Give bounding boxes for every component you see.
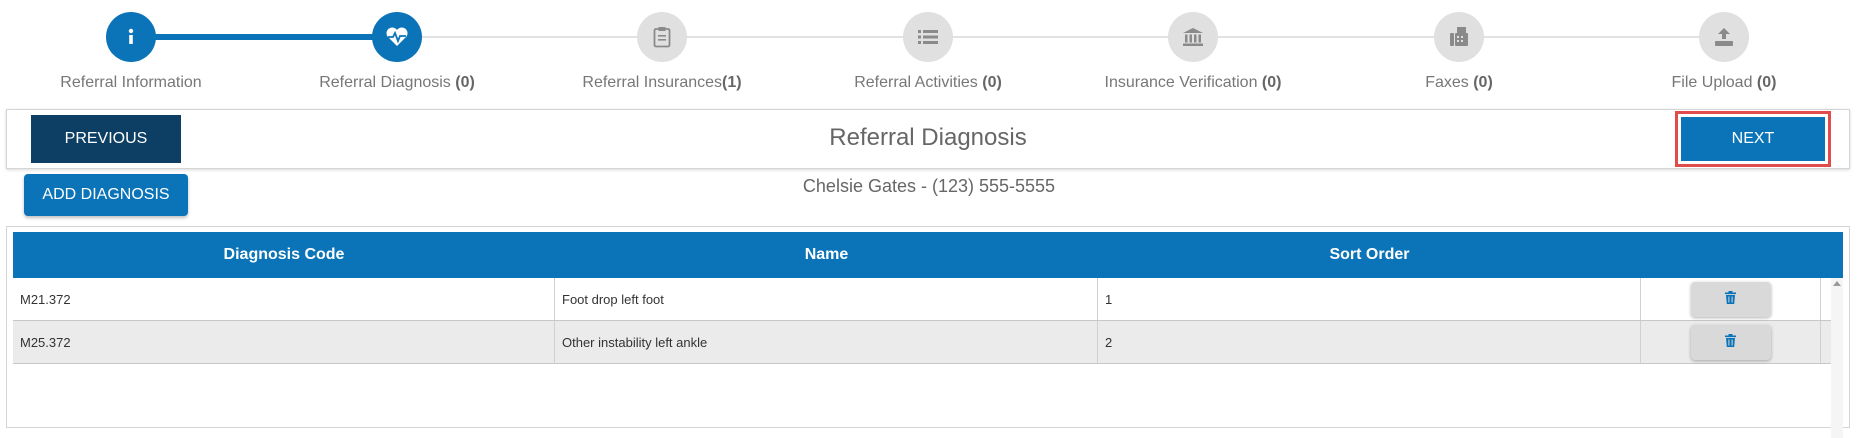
cell-actions (1641, 321, 1821, 363)
step-referral-information[interactable]: Referral Information (21, 12, 241, 92)
fax-icon (1434, 12, 1484, 62)
info-icon (106, 12, 156, 62)
wizard-header: PREVIOUS Referral Diagnosis NEXT (6, 109, 1850, 169)
step-count: (0) (1473, 74, 1493, 91)
clipboard-icon (637, 12, 687, 62)
step-file-upload[interactable]: File Upload (0) (1614, 12, 1834, 92)
column-header-diagnosis-code[interactable]: Diagnosis Code (13, 232, 555, 278)
step-referral-activities[interactable]: Referral Activities (0) (818, 12, 1038, 92)
step-label: Referral Activities (854, 74, 983, 91)
patient-info: Chelsie Gates - (123) 555-5555 (802, 176, 1056, 196)
diagnosis-grid-frame: Diagnosis Code Name Sort Order M21.372 F… (6, 226, 1850, 438)
next-button[interactable]: NEXT (1681, 117, 1825, 161)
step-count: (0) (1756, 74, 1777, 91)
cell-sort-order: 1 (1098, 278, 1641, 320)
table-row[interactable]: M21.372 Foot drop left foot 1 (13, 278, 1843, 321)
list-icon (903, 12, 953, 62)
cell-diagnosis-code: M21.372 (13, 278, 555, 320)
step-count: (1) (722, 74, 742, 91)
upload-icon (1699, 12, 1749, 62)
trash-icon (1725, 291, 1736, 307)
scroll-up-arrow-icon[interactable] (1833, 281, 1841, 286)
cell-name: Other instability left ankle (555, 321, 1098, 363)
delete-row-button[interactable] (1690, 281, 1771, 317)
bank-icon (1168, 12, 1218, 62)
step-label: Referral Information (60, 74, 202, 91)
cell-name: Foot drop left foot (555, 278, 1098, 320)
progress-stepper: Referral Information Referral Diagnosis … (0, 0, 1858, 100)
page-title: Referral Diagnosis (829, 124, 1027, 151)
step-faxes[interactable]: Faxes (0) (1349, 12, 1569, 92)
cell-sort-order: 2 (1098, 321, 1641, 363)
step-referral-insurances[interactable]: Referral Insurances(1) (552, 12, 772, 92)
grid-scrollbar[interactable] (1831, 278, 1843, 438)
step-insurance-verification[interactable]: Insurance Verification (0) (1083, 12, 1303, 92)
column-header-actions (1641, 232, 1821, 278)
step-label: Referral Insurances (582, 74, 723, 91)
step-count: (0) (982, 74, 1002, 91)
step-label: Faxes (1425, 74, 1474, 91)
diagnosis-grid: Diagnosis Code Name Sort Order M21.372 F… (13, 232, 1843, 438)
next-button-highlight: NEXT (1675, 111, 1831, 167)
cell-diagnosis-code: M25.372 (13, 321, 555, 363)
trash-icon (1725, 334, 1736, 350)
column-header-sort-order[interactable]: Sort Order (1098, 232, 1641, 278)
step-label: Referral Diagnosis (319, 74, 456, 91)
grid-header: Diagnosis Code Name Sort Order (13, 232, 1843, 278)
cell-actions (1641, 278, 1821, 320)
step-label: File Upload (1671, 74, 1757, 91)
heart-pulse-icon (372, 12, 422, 62)
step-referral-diagnosis[interactable]: Referral Diagnosis (0) (287, 12, 507, 92)
delete-row-button[interactable] (1690, 324, 1771, 360)
table-row[interactable]: M25.372 Other instability left ankle 2 (13, 321, 1843, 364)
column-header-name[interactable]: Name (555, 232, 1098, 278)
step-count: (0) (455, 74, 475, 91)
step-label: Insurance Verification (1104, 74, 1262, 91)
step-count: (0) (1261, 74, 1282, 91)
